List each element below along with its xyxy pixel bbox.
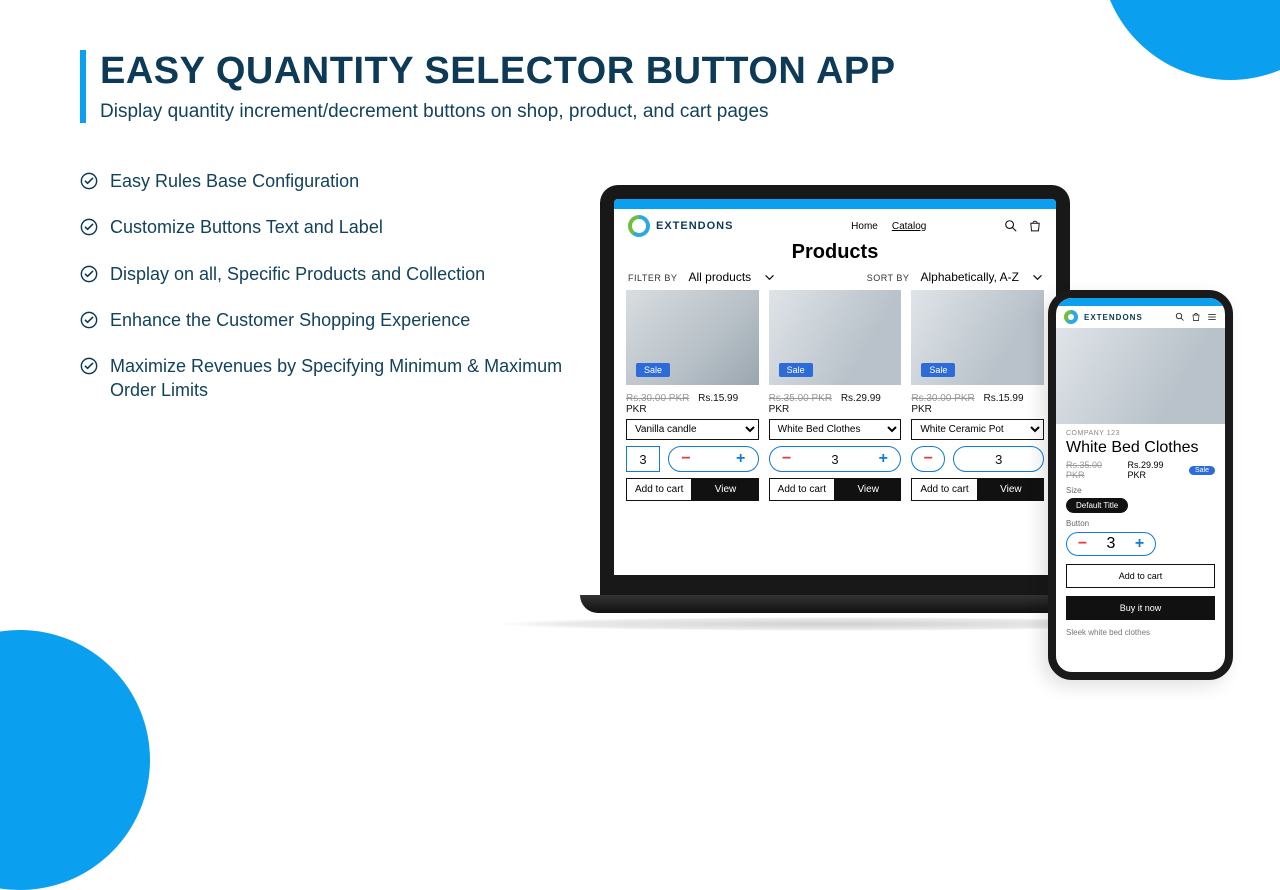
feature-text: Enhance the Customer Shopping Experience (110, 308, 470, 332)
brand-name: EXTENDONS (1084, 313, 1143, 322)
view-button[interactable]: View (692, 478, 758, 501)
old-price: Rs.35.00 PKR (769, 393, 832, 404)
add-to-cart-button[interactable]: Add to cart (1066, 564, 1215, 588)
phone-mockup: EXTENDONS COMPANY 123 White Bed Clothes … (1048, 290, 1233, 680)
feature-item: Display on all, Specific Products and Co… (80, 262, 600, 286)
feature-list: Easy Rules Base Configuration Customize … (80, 169, 600, 403)
sale-badge: Sale (921, 363, 955, 377)
quantity-increment-button[interactable]: + (876, 450, 890, 468)
buy-now-button[interactable]: Buy it now (1066, 596, 1215, 620)
sort-by-label: SORT BY (867, 273, 910, 283)
sale-badge: Sale (1189, 466, 1215, 475)
quantity-value: 3 (1107, 535, 1116, 553)
menu-icon[interactable] (1207, 312, 1217, 322)
variant-select[interactable]: White Ceramic Pot (911, 419, 1044, 440)
store-logo[interactable]: EXTENDONS (1064, 310, 1143, 324)
feature-text: Maximize Revenues by Specifying Minimum … (110, 354, 600, 403)
bag-icon[interactable] (1191, 312, 1201, 322)
quantity-stepper: − 3 + (1066, 532, 1156, 556)
check-circle-icon (80, 218, 98, 236)
brand-name: EXTENDONS (656, 220, 733, 232)
product-image[interactable]: Sale (626, 290, 759, 385)
chevron-down-icon (1033, 273, 1042, 282)
check-circle-icon (80, 265, 98, 283)
product-card: Sale Rs.30.00 PKR Rs.15.99 PKR White Cer… (911, 290, 1044, 501)
chevron-down-icon (765, 273, 774, 282)
sale-badge: Sale (636, 363, 670, 377)
sort-by-value: Alphabetically, A-Z (921, 270, 1020, 284)
old-price: Rs.35.00 PKR (1066, 460, 1121, 480)
sale-badge: Sale (779, 363, 813, 377)
feature-item: Enhance the Customer Shopping Experience (80, 308, 600, 332)
add-to-cart-button[interactable]: Add to cart (626, 478, 692, 501)
sort-by-select[interactable]: Alphabetically, A-Z (921, 270, 1043, 284)
quantity-stepper: − + (668, 446, 759, 472)
feature-text: Customize Buttons Text and Label (110, 215, 383, 239)
feature-item: Customize Buttons Text and Label (80, 215, 600, 239)
filter-by-label: FILTER BY (628, 273, 677, 283)
hero: EASY QUANTITY SELECTOR BUTTON APP Displa… (80, 50, 1220, 123)
product-image[interactable]: Sale (769, 290, 902, 385)
product-card: Sale Rs.30.00 PKR Rs.15.99 PKR Vanilla c… (626, 290, 759, 501)
logo-mark-icon (1064, 310, 1078, 324)
product-title: White Bed Clothes (1066, 439, 1215, 457)
quantity-value: 3 (831, 452, 838, 467)
price-line: Rs.35.00 PKR Rs.29.99 PKR (769, 393, 902, 415)
quantity-increment-button[interactable]: + (734, 450, 748, 468)
store-topbar (1056, 298, 1225, 306)
quantity-input[interactable]: 3 (626, 446, 660, 472)
quantity-value-box: 3 (953, 446, 1044, 472)
nav-home[interactable]: Home (851, 221, 878, 232)
product-description: Sleek white bed clothes (1066, 628, 1215, 637)
variant-select[interactable]: White Bed Clothes (769, 419, 902, 440)
page-subtitle: Display quantity increment/decrement but… (100, 101, 1220, 123)
quantity-decrement-button[interactable]: − (780, 450, 794, 468)
size-option[interactable]: Default Title (1066, 498, 1128, 513)
quantity-decrement-button[interactable]: − (911, 446, 945, 472)
store-topbar (614, 199, 1056, 209)
bag-icon[interactable] (1028, 219, 1042, 233)
product-image[interactable]: Sale (911, 290, 1044, 385)
new-price: Rs.29.99 PKR (1127, 460, 1182, 480)
company-label: COMPANY 123 (1066, 430, 1215, 437)
check-circle-icon (80, 311, 98, 329)
product-hero-image[interactable] (1056, 328, 1225, 424)
laptop-mockup: EXTENDONS Home Catalog Products FILTER B… (600, 185, 1070, 631)
price-line: Rs.30.00 PKR Rs.15.99 PKR (911, 393, 1044, 415)
filter-by-value: All products (688, 270, 751, 284)
filter-by-select[interactable]: All products (688, 270, 774, 284)
view-button[interactable]: View (978, 478, 1044, 501)
logo-mark-icon (628, 215, 650, 237)
product-card: Sale Rs.35.00 PKR Rs.29.99 PKR White Bed… (769, 290, 902, 501)
laptop-base (580, 595, 1090, 613)
feature-item: Easy Rules Base Configuration (80, 169, 600, 193)
quantity-stepper: − 3 + (769, 446, 902, 472)
variant-select[interactable]: Vanilla candle (626, 419, 759, 440)
view-button[interactable]: View (835, 478, 901, 501)
search-icon[interactable] (1175, 312, 1185, 322)
check-circle-icon (80, 357, 98, 375)
add-to-cart-button[interactable]: Add to cart (911, 478, 977, 501)
check-circle-icon (80, 172, 98, 190)
add-to-cart-button[interactable]: Add to cart (769, 478, 835, 501)
price-line: Rs.30.00 PKR Rs.15.99 PKR (626, 393, 759, 415)
shop-title: Products (614, 241, 1056, 264)
page-title: EASY QUANTITY SELECTOR BUTTON APP (100, 50, 1220, 93)
old-price: Rs.30.00 PKR (911, 393, 974, 404)
quantity-decrement-button[interactable]: − (1076, 535, 1090, 553)
old-price: Rs.30.00 PKR (626, 393, 689, 404)
feature-text: Easy Rules Base Configuration (110, 169, 359, 193)
feature-item: Maximize Revenues by Specifying Minimum … (80, 354, 600, 403)
search-icon[interactable] (1004, 219, 1018, 233)
quantity-increment-button[interactable]: + (1132, 535, 1146, 553)
button-section-label: Button (1066, 519, 1215, 528)
quantity-decrement-button[interactable]: − (679, 450, 693, 468)
store-logo[interactable]: EXTENDONS (628, 215, 733, 237)
size-label: Size (1066, 486, 1215, 495)
nav-catalog[interactable]: Catalog (892, 221, 926, 232)
feature-text: Display on all, Specific Products and Co… (110, 262, 485, 286)
